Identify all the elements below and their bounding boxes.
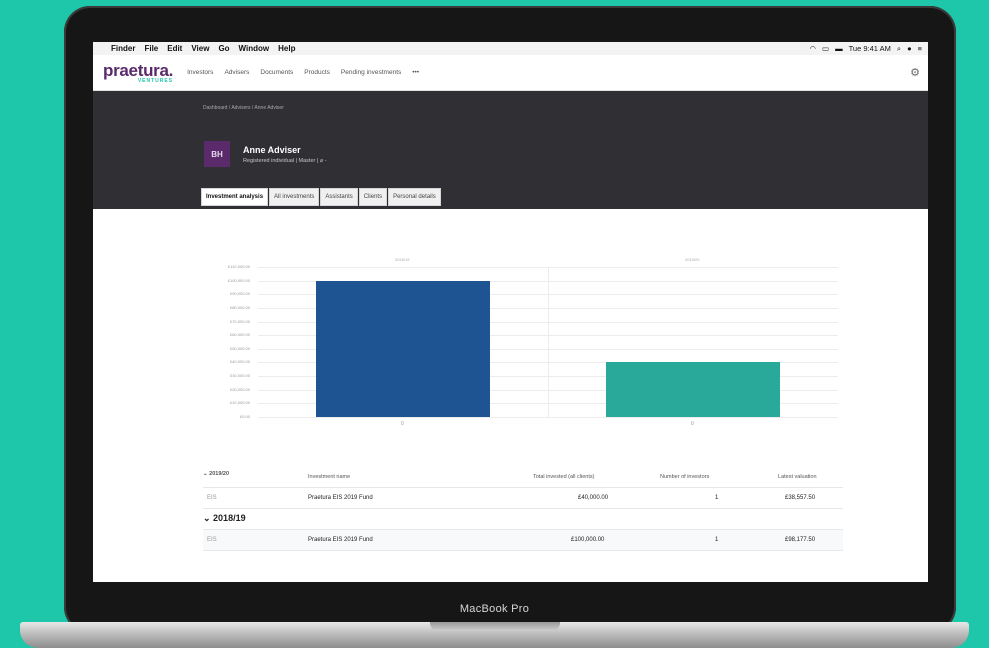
tab-bar: Investment analysis All investments Assi…	[201, 188, 442, 206]
investment-bar-chart: £0.00 £10,000.00 £20,000.00 £30,000.00 £40,0…	[208, 255, 838, 430]
nav-link-advisers[interactable]: Advisers	[224, 69, 249, 76]
y-tick-label: £30,000.00	[229, 373, 250, 379]
row-type: EIS	[207, 537, 217, 543]
bar-2019-20[interactable]	[606, 362, 780, 417]
menu-file[interactable]: File	[144, 44, 158, 53]
nav-link-documents[interactable]: Documents	[260, 69, 293, 76]
menu-go[interactable]: Go	[218, 44, 229, 53]
group-toggle-2019-20[interactable]: ⌄ 2019/20	[203, 471, 229, 477]
row-valuation: £38,557.50	[785, 495, 816, 501]
row-total: £40,000.00	[578, 495, 609, 501]
category-label: 2018/19	[395, 257, 410, 262]
nav-link-pending-investments[interactable]: Pending investments	[341, 69, 401, 76]
nav-link-products[interactable]: Products	[304, 69, 330, 76]
y-tick-label: £70,000.00	[229, 318, 250, 324]
breadcrumb[interactable]: Dashboard / Advisers / Anne Adviser	[203, 105, 284, 111]
y-tick-label: £60,000.00	[229, 332, 250, 338]
spotlight-search-icon[interactable]: ⌕	[897, 44, 901, 54]
y-tick-label: £10,000.00	[229, 400, 250, 406]
y-tick-label: £40,000.00	[229, 359, 250, 365]
menubar-status: ◠ ▭ ▬ Tue 9:41 AM ⌕ ● ≡	[809, 42, 922, 55]
category-divider	[548, 267, 549, 417]
row-investors: 1	[715, 537, 719, 543]
y-tick-label: £20,000.00	[229, 386, 250, 392]
y-tick-label: £50,000.00	[229, 345, 250, 351]
battery-icon[interactable]: ▬	[835, 44, 843, 53]
tab-clients[interactable]: Clients	[358, 188, 388, 206]
adviser-meta: Registered individual | Master | ⌀ -	[243, 158, 327, 164]
group-label: 2019/20	[209, 471, 230, 477]
menubar-clock[interactable]: Tue 9:41 AM	[849, 44, 891, 53]
praetura-logo[interactable]: praetura. VENTURES	[103, 62, 173, 84]
avatar: BH	[204, 141, 230, 167]
screen: Finder File Edit View Go Window Help ◠ ▭…	[93, 42, 928, 582]
top-navigation: praetura. VENTURES Investors Advisers Do…	[93, 55, 928, 91]
logo-wordmark: praetura.	[103, 60, 174, 80]
adviser-name: Anne Adviser	[243, 145, 301, 155]
logo-subtitle: VENTURES	[137, 77, 174, 84]
bar-2018-19[interactable]	[316, 280, 490, 417]
col-latest-valuation: Latest valuation	[778, 474, 817, 480]
row-total: £100,000.00	[571, 537, 605, 543]
control-center-icon[interactable]: ≡	[918, 44, 922, 53]
settings-gear-icon[interactable]: ⚙	[910, 66, 920, 79]
device-label: MacBook Pro	[459, 603, 530, 615]
gridline	[258, 417, 838, 418]
y-tick-label: £90,000.00	[229, 291, 250, 297]
group-label: 2018/19	[213, 513, 246, 523]
wifi-icon[interactable]: ◠	[809, 44, 816, 53]
siri-icon[interactable]: ●	[907, 44, 912, 53]
col-investment-name: Investment name	[308, 474, 351, 480]
tab-assistants[interactable]: Assistants	[320, 188, 358, 206]
menu-finder[interactable]: Finder	[111, 44, 135, 53]
category-label: 2019/20	[685, 257, 700, 262]
col-number-of-investors: Number of investors	[660, 474, 710, 480]
tab-personal-details[interactable]: Personal details	[388, 188, 441, 206]
menu-window[interactable]: Window	[239, 44, 270, 53]
table-header-row: ⌄ 2019/20 Investment name Total invested…	[203, 467, 843, 487]
menu-edit[interactable]: Edit	[167, 44, 182, 53]
x-tick-label: 0	[401, 421, 404, 427]
row-investors: 1	[715, 495, 719, 501]
nav-more-menu[interactable]: •••	[412, 69, 419, 76]
airplay-icon[interactable]: ▭	[822, 44, 829, 53]
menu-help[interactable]: Help	[278, 44, 295, 53]
group-row-2018-19: ⌄ 2018/19	[203, 509, 843, 529]
y-tick-label: £110,000.00	[228, 264, 250, 269]
tab-investment-analysis[interactable]: Investment analysis	[201, 188, 269, 206]
table-row[interactable]: EIS Praetura EIS 2019 Fund £40,000.00 1 …	[203, 487, 843, 509]
row-investment-name: Praetura EIS 2019 Fund	[308, 537, 373, 543]
macos-menubar: Finder File Edit View Go Window Help ◠ ▭…	[93, 42, 928, 55]
table-row[interactable]: EIS Praetura EIS 2019 Fund £100,000.00 1…	[203, 529, 843, 551]
tab-all-investments[interactable]: All investments	[269, 188, 320, 206]
group-toggle-2018-19[interactable]: ⌄ 2018/19	[203, 513, 246, 524]
x-tick-label: 0	[691, 421, 694, 427]
y-tick-label: £80,000.00	[229, 304, 250, 310]
y-tick-label: £0.00	[239, 414, 250, 419]
row-type: EIS	[207, 495, 217, 501]
investment-table: ⌄ 2019/20 Investment name Total invested…	[203, 467, 843, 551]
row-investment-name: Praetura EIS 2019 Fund	[308, 495, 373, 501]
nav-link-investors[interactable]: Investors	[187, 69, 213, 76]
laptop-notch	[430, 622, 560, 631]
row-valuation: £98,177.50	[785, 537, 816, 543]
col-total-invested: Total invested (all clients)	[533, 474, 595, 480]
y-tick-label: £100,000.00	[227, 277, 250, 283]
menu-view[interactable]: View	[191, 44, 209, 53]
